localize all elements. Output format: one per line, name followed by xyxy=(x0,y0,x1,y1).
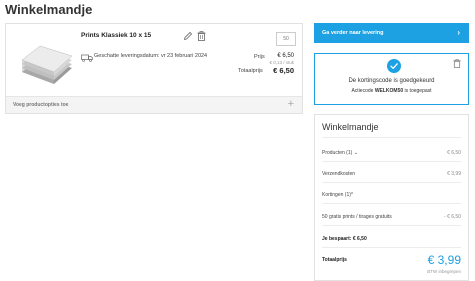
product-thumbnail xyxy=(21,45,73,84)
product-name: Prints Klassiek 10 x 15 xyxy=(81,32,152,39)
price-per-unit: € 0,13 / stuk xyxy=(269,60,294,65)
total-price-label: Totaalprijs xyxy=(238,68,263,74)
coupon-approved-message: De kortingscode is goedgekeurd xyxy=(348,78,435,84)
total-price-value: € 6,50 xyxy=(273,66,294,75)
products-value: € 6,50 xyxy=(447,150,461,156)
coupon-code: WELKOM50 xyxy=(374,88,404,94)
discounts-toggle[interactable]: Kortingen (1)^ xyxy=(322,192,353,198)
add-product-options-bar[interactable]: Voeg productopties toe + xyxy=(6,96,302,113)
coupon-code-prefix: Actiecode xyxy=(351,88,375,94)
vat-note: BTW inbegrepen xyxy=(427,269,461,274)
add-product-options-label: Voeg productopties toe xyxy=(13,102,69,108)
savings-text: Je bespaart: € 6,50 xyxy=(322,236,367,242)
shipping-value: € 3,99 xyxy=(447,171,461,177)
chevron-down-icon: ⌄ xyxy=(353,150,358,156)
truck-icon xyxy=(81,54,93,62)
coupon-code-suffix: is toegepast xyxy=(403,88,432,94)
trash-icon[interactable] xyxy=(197,31,206,41)
continue-to-delivery-label: Ga verder naar levering xyxy=(322,30,384,36)
edit-icon[interactable] xyxy=(183,31,193,41)
page-title: Winkelmandje xyxy=(5,2,93,17)
divider xyxy=(322,182,461,183)
divider xyxy=(322,161,461,162)
delivery-date: Geschatte leveringsdatum: vr 23 februari… xyxy=(94,53,208,59)
products-toggle[interactable]: Producten (1) ⌄ xyxy=(322,150,358,156)
shipping-label: Verzendkosten xyxy=(322,171,356,177)
divider xyxy=(322,225,461,226)
remove-coupon-icon[interactable] xyxy=(453,59,461,68)
discount-item-value: - € 6,50 xyxy=(444,214,461,220)
chevron-right-icon: › xyxy=(457,28,460,37)
price-label: Prijs xyxy=(254,54,265,60)
cart-total-value: € 3,99 xyxy=(427,253,461,267)
plus-icon[interactable]: + xyxy=(288,98,294,110)
chevron-up-icon: ^ xyxy=(350,192,354,198)
continue-to-delivery-button[interactable]: Ga verder naar levering › xyxy=(314,23,469,43)
cart-total-label: Totaalprijs xyxy=(322,257,347,263)
coupon-code-line: Actiecode WELKOM50 is toegepast xyxy=(315,88,468,94)
divider xyxy=(322,137,461,138)
cart-summary-panel: Winkelmandje Producten (1) ⌄ € 6,50 Verz… xyxy=(314,114,469,281)
divider xyxy=(322,247,461,248)
quantity-field[interactable]: 50 xyxy=(276,32,296,46)
coupon-approved-box: De kortingscode is goedgekeurd Actiecode… xyxy=(314,53,469,105)
price-value: € 6,50 xyxy=(277,53,294,59)
cart-summary-title: Winkelmandje xyxy=(322,122,379,132)
check-icon xyxy=(387,59,401,73)
product-card: Prints Klassiek 10 x 15 50 Geschatte lev… xyxy=(5,23,303,114)
discount-item-label: 50 gratis prints / tirages gratuits xyxy=(322,214,392,220)
divider xyxy=(322,203,461,204)
